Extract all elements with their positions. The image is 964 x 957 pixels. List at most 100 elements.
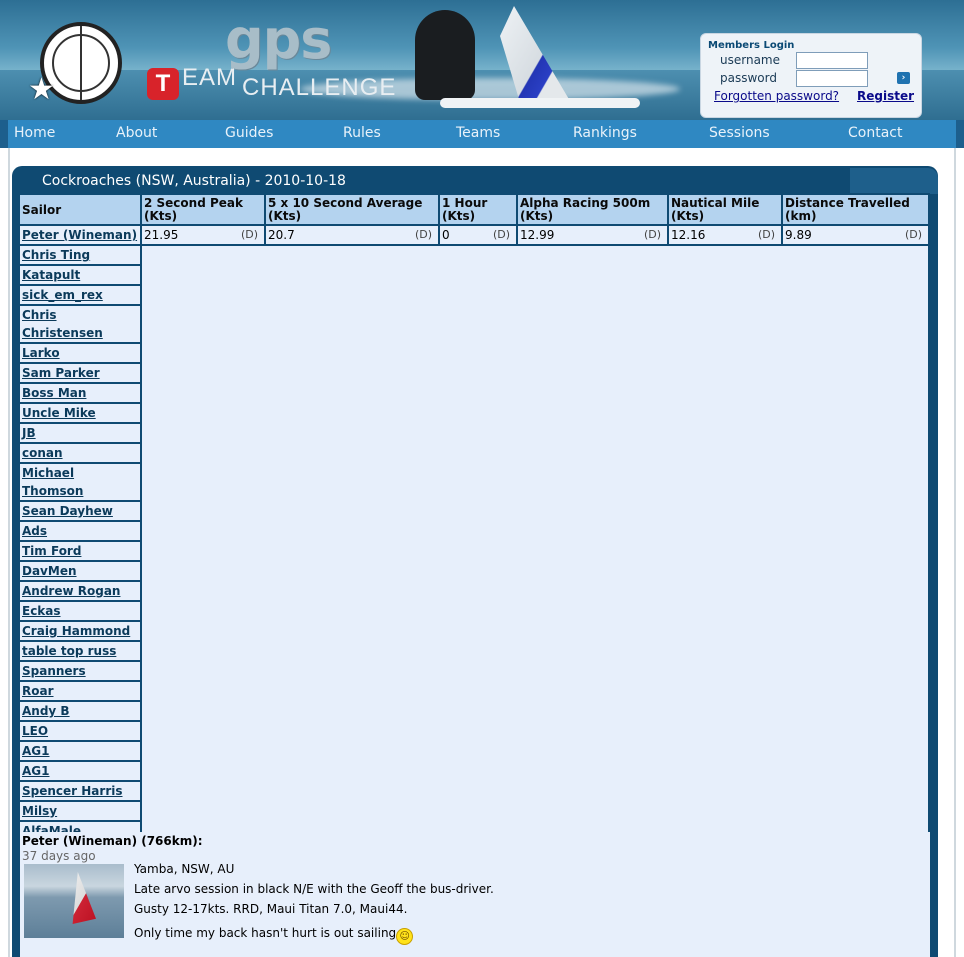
sailor-cell: sick_em_rex (20, 286, 140, 304)
sailor-link[interactable]: Peter (Wineman) (22, 228, 137, 242)
password-input[interactable] (796, 70, 868, 87)
column-header-nautical-mile: Nautical Mile (Kts) (669, 195, 781, 224)
login-submit-button[interactable]: › (897, 72, 910, 84)
sailor-cell: Milsy (20, 802, 140, 820)
username-label: username (720, 53, 780, 67)
column-header-sailor: Sailor (20, 195, 140, 224)
nav-item-rankings[interactable]: Rankings (558, 120, 703, 148)
column-header-5x10-average: 5 x 10 Second Average (Kts) (266, 195, 438, 224)
sailor-cell: Boss Man (20, 384, 140, 402)
panel-corner (850, 168, 938, 194)
column-header-alpha-500m: Alpha Racing 500m (Kts) (518, 195, 667, 224)
value-cell-5x10-average: 20.7 (D) (266, 226, 438, 244)
sailor-link[interactable]: table top russ (22, 644, 116, 658)
column-header-distance: Distance Travelled (km) (783, 195, 928, 224)
sailor-cell: Katapult (20, 266, 140, 284)
sailor-link[interactable]: Sam Parker (22, 366, 100, 380)
sailor-link[interactable]: Eckas (22, 604, 61, 618)
windsurf-board (440, 98, 640, 108)
value-text: 20.7 (268, 228, 295, 242)
sailor-link[interactable]: Roar (22, 684, 54, 698)
detail-link[interactable]: (D) (758, 226, 775, 244)
value-text: 12.99 (520, 228, 555, 242)
table-row: Chris Ting (20, 246, 928, 860)
empty-results-area (142, 246, 928, 860)
detail-link[interactable]: (D) (415, 226, 432, 244)
value-cell-1-hour: 0 (D) (440, 226, 516, 244)
windsurfer-figure (415, 10, 475, 100)
detail-link[interactable]: (D) (644, 226, 661, 244)
sailor-link[interactable]: Boss Man (22, 386, 86, 400)
table-header-row: Sailor 2 Second Peak (Kts) 5 x 10 Second… (20, 195, 928, 224)
sailor-cell: Eckas (20, 602, 140, 620)
sailor-cell: Ads (20, 522, 140, 540)
sailor-cell: Larko (20, 344, 140, 362)
members-login-box: Members Login username password › Forgot… (700, 33, 922, 118)
sailor-link[interactable]: DavMen (22, 564, 77, 578)
column-header-1-hour: 1 Hour (Kts) (440, 195, 516, 224)
sailor-cell: Spanners (20, 662, 140, 680)
site-banner: ★ gps T EAM CHALLENGE Members Login user… (0, 0, 964, 120)
value-text: 21.95 (144, 228, 179, 242)
sailor-link[interactable]: Craig Hammond (22, 624, 130, 638)
session-photo-thumbnail[interactable] (24, 864, 124, 938)
value-cell-distance: 9.89 (D) (783, 226, 928, 244)
detail-link[interactable]: (D) (493, 226, 510, 244)
main-nav: Home About Guides Rules Teams Rankings S… (8, 120, 956, 148)
sailor-link[interactable]: Chris Christensen (22, 308, 103, 340)
sailor-cell: Uncle Mike (20, 404, 140, 422)
sailor-link[interactable]: LEO (22, 724, 48, 738)
login-title: Members Login (708, 40, 795, 51)
smiley-icon: ☺ (396, 928, 414, 945)
sailor-link[interactable]: sick_em_rex (22, 288, 103, 302)
value-cell-2s-peak: 21.95 (D) (142, 226, 264, 244)
session-comment-line: Late arvo session in black N/E with the … (134, 882, 494, 896)
nav-item-contact[interactable]: Contact (837, 120, 928, 148)
sailor-link[interactable]: Sean Dayhew (22, 504, 113, 518)
sailor-link[interactable]: Chris Ting (22, 248, 90, 262)
detail-link[interactable]: (D) (241, 226, 258, 244)
sailor-link[interactable]: JB (22, 426, 36, 440)
challenge-logo-text: CHALLENGE (242, 74, 397, 101)
nav-item-guides[interactable]: Guides (223, 120, 332, 148)
sailor-link[interactable]: Andrew Rogan (22, 584, 120, 598)
sailor-link[interactable]: Ads (22, 524, 47, 538)
sailor-cell: table top russ (20, 642, 140, 660)
session-sailor-heading: Peter (Wineman) (766km): (22, 834, 203, 848)
sailor-link[interactable]: AG1 (22, 764, 50, 778)
sailor-link[interactable]: Tim Ford (22, 544, 81, 558)
gps-logo-text: gps (225, 8, 332, 71)
sailor-cell: Chris Christensen (20, 306, 140, 342)
nav-item-teams[interactable]: Teams (445, 120, 558, 148)
nav-item-about[interactable]: About (96, 120, 223, 148)
session-comment-line: Only time my back hasn't hurt is out sai… (134, 926, 414, 945)
sailor-link[interactable]: Uncle Mike (22, 406, 96, 420)
sailor-link[interactable]: AG1 (22, 744, 50, 758)
nav-item-home[interactable]: Home (8, 120, 96, 148)
sailor-link[interactable]: conan (22, 446, 63, 460)
sailor-link[interactable]: Spencer Harris (22, 784, 123, 798)
detail-link[interactable]: (D) (905, 226, 922, 244)
sailor-cell: Andrew Rogan (20, 582, 140, 600)
sailor-link[interactable]: Larko (22, 346, 60, 360)
sailor-cell: Peter (Wineman) (20, 226, 140, 244)
sailor-link[interactable]: Spanners (22, 664, 86, 678)
session-entry: Peter (Wineman) (766km): 37 days ago Yam… (20, 832, 930, 957)
sailor-link[interactable]: Andy B (22, 704, 70, 718)
star-logo-icon: ★ (28, 72, 55, 107)
nav-item-rules[interactable]: Rules (332, 120, 445, 148)
sailor-cell: Spencer Harris (20, 782, 140, 800)
windsurf-sail-photo (72, 872, 96, 924)
column-header-2s-peak: 2 Second Peak (Kts) (142, 195, 264, 224)
nav-item-sessions[interactable]: Sessions (703, 120, 837, 148)
sailor-cell: Tim Ford (20, 542, 140, 560)
sailor-cell: Craig Hammond (20, 622, 140, 640)
sailor-link[interactable]: Michael Thomson (22, 466, 83, 498)
sailor-link[interactable]: Milsy (22, 804, 57, 818)
sailor-cell: Sam Parker (20, 364, 140, 382)
sailor-cell: AG1 (20, 742, 140, 760)
username-input[interactable] (796, 52, 868, 69)
register-link[interactable]: Register (857, 89, 914, 103)
forgot-password-link[interactable]: Forgotten password? (714, 89, 839, 103)
sailor-link[interactable]: Katapult (22, 268, 80, 282)
